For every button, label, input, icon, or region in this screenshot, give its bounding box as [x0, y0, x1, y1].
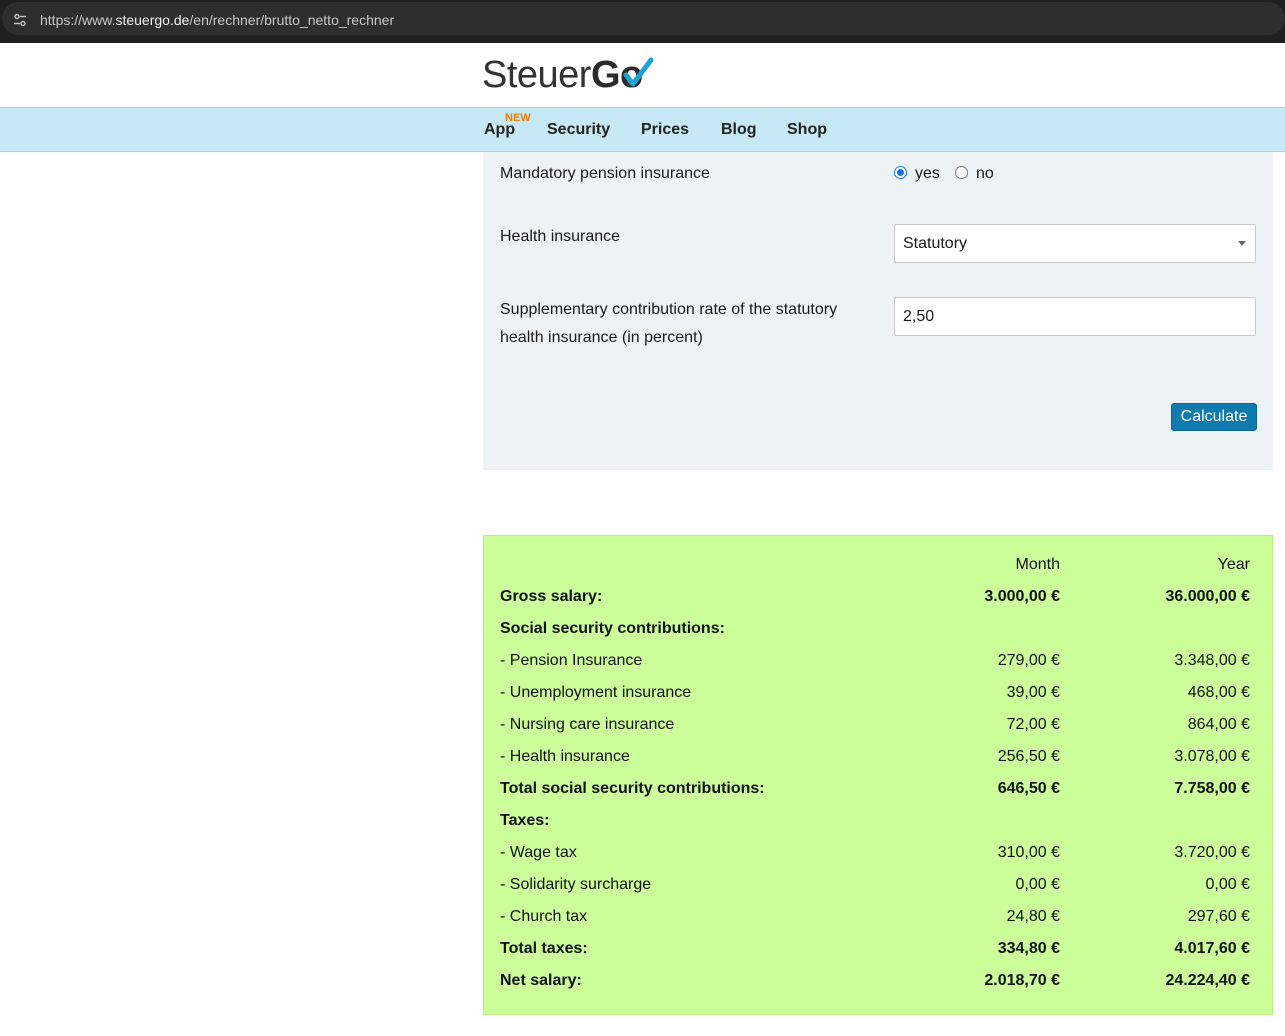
- supplementary-rate-input[interactable]: [894, 297, 1256, 336]
- row-label: - Unemployment insurance: [500, 684, 692, 701]
- row-month-value: 39,00 €: [1006, 684, 1060, 701]
- row-label: - Wage tax: [500, 844, 577, 861]
- nav-item-app[interactable]: App: [484, 121, 515, 139]
- row-label: - Solidarity surcharge: [500, 876, 652, 893]
- health-insurance-label: Health insurance: [500, 228, 621, 245]
- table-row: - Pension Insurance 279,00 € 3.348,00 €: [484, 646, 1274, 678]
- table-row: Total social security contributions: 646,…: [484, 774, 1274, 806]
- table-row: - Solidarity surcharge 0,00 € 0,00 €: [484, 870, 1274, 902]
- url-pill[interactable]: https://www.steuergo.de/en/rechner/brutt…: [2, 2, 1285, 35]
- url-scheme: https://www.: [40, 12, 116, 28]
- site-header: SteuerGo: [0, 43, 1285, 107]
- row-year-value: 297,60 €: [1187, 908, 1250, 925]
- row-label: Social security contributions:: [500, 620, 725, 637]
- row-month-value: 646,50 €: [997, 780, 1060, 797]
- row-label: - Nursing care insurance: [500, 716, 675, 733]
- row-label: Gross salary:: [500, 588, 603, 605]
- table-row: - Unemployment insurance 39,00 € 468,00 €: [484, 678, 1274, 710]
- health-insurance-selected-value: Statutory: [903, 235, 968, 252]
- row-label: - Pension Insurance: [500, 652, 643, 669]
- dropdown-arrow-icon: [1238, 241, 1246, 246]
- url-path: /en/rechner/brutto_netto_rechner: [189, 12, 395, 28]
- table-row: Taxes:: [484, 806, 1274, 838]
- row-year-value: 3.348,00 €: [1174, 652, 1250, 669]
- supplementary-rate-label-line1: Supplementary contribution rate of the s…: [500, 301, 838, 318]
- row-year-value: 36.000,00 €: [1165, 588, 1250, 605]
- row-month-value: 2.018,70 €: [984, 972, 1060, 989]
- nav-item-shop[interactable]: Shop: [787, 121, 827, 139]
- row-label: - Church tax: [500, 908, 588, 925]
- results-header-row: Month Year: [484, 550, 1274, 582]
- row-year-value: 0,00 €: [1205, 876, 1250, 893]
- row-month-value: 334,80 €: [997, 940, 1060, 957]
- nav-item-blog[interactable]: Blog: [721, 121, 757, 139]
- logo-check-icon: [623, 57, 654, 87]
- site-settings-icon[interactable]: [12, 12, 28, 28]
- url-text[interactable]: https://www.steuergo.de/en/rechner/brutt…: [40, 12, 394, 28]
- pension-no-label[interactable]: no: [976, 165, 994, 183]
- nav-item-security[interactable]: Security: [547, 121, 610, 139]
- main-nav: NEW App Security Prices Blog Shop: [0, 107, 1285, 152]
- table-row: - Wage tax 310,00 € 3.720,00 €: [484, 838, 1274, 870]
- row-year-value: 864,00 €: [1187, 716, 1250, 733]
- table-row: Gross salary: 3.000,00 € 36.000,00 €: [484, 582, 1274, 614]
- row-month-value: 3.000,00 €: [984, 588, 1060, 605]
- row-label: Total taxes:: [500, 940, 588, 957]
- table-row: - Health insurance 256,50 € 3.078,00 €: [484, 742, 1274, 774]
- url-host: steuergo.de: [115, 12, 190, 28]
- row-month-value: 0,00 €: [1015, 876, 1060, 893]
- row-year-value: 3.078,00 €: [1174, 748, 1250, 765]
- pension-insurance-label: Mandatory pension insurance: [500, 165, 710, 182]
- results-table: Month Year Gross salary: 3.000,00 € 36.000…: [483, 535, 1273, 1015]
- nav-item-prices[interactable]: Prices: [641, 121, 689, 139]
- table-row: - Church tax 24,80 € 297,60 €: [484, 902, 1274, 934]
- row-year-value: 468,00 €: [1187, 684, 1250, 701]
- row-label: Total social security contributions:: [500, 780, 765, 797]
- row-label: Net salary:: [500, 972, 582, 989]
- table-row: Total taxes: 334,80 € 4.017,60 €: [484, 934, 1274, 966]
- health-insurance-select[interactable]: Statutory: [894, 224, 1256, 263]
- supplementary-rate-label-line2: health insurance (in percent): [500, 329, 703, 346]
- row-month-value: 24,80 €: [1006, 908, 1060, 925]
- calculate-button[interactable]: Calculate: [1171, 403, 1257, 431]
- table-row: Social security contributions:: [484, 614, 1274, 646]
- row-month-value: 72,00 €: [1006, 716, 1060, 733]
- logo-text-steuer: Steuer: [482, 54, 591, 96]
- pension-yes-label[interactable]: yes: [915, 165, 940, 183]
- table-row: - Nursing care insurance 72,00 € 864,00 €: [484, 710, 1274, 742]
- row-year-value: 7.758,00 €: [1174, 780, 1250, 797]
- browser-address-bar: https://www.steuergo.de/en/rechner/brutt…: [0, 0, 1285, 43]
- column-header-year: Year: [1217, 556, 1250, 573]
- pension-yes-radio[interactable]: [894, 166, 907, 179]
- column-header-month: Month: [1015, 556, 1060, 573]
- row-month-value: 256,50 €: [997, 748, 1060, 765]
- row-year-value: 3.720,00 €: [1174, 844, 1250, 861]
- row-label: Taxes:: [500, 812, 550, 829]
- row-year-value: 24.224,40 €: [1165, 972, 1250, 989]
- pension-no-radio[interactable]: [955, 166, 968, 179]
- table-row: Net salary: 2.018,70 € 24.224,40 €: [484, 966, 1274, 998]
- row-month-value: 310,00 €: [997, 844, 1060, 861]
- row-year-value: 4.017,60 €: [1174, 940, 1250, 957]
- steuergo-logo[interactable]: SteuerGo: [482, 55, 662, 95]
- row-label: - Health insurance: [500, 748, 630, 765]
- row-month-value: 279,00 €: [997, 652, 1060, 669]
